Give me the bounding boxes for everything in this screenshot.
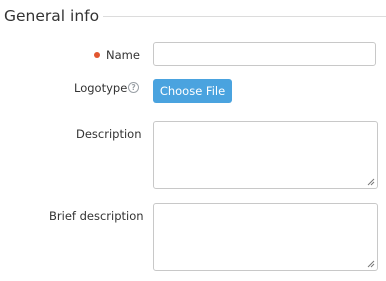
required-marker-icon: [94, 52, 100, 58]
description-label: Description: [76, 127, 142, 141]
section-divider: [103, 16, 386, 17]
brief-description-textarea[interactable]: [153, 203, 378, 271]
section-title: General info: [4, 7, 100, 25]
brief-description-label: Brief description: [49, 209, 144, 223]
choose-file-button[interactable]: Choose File: [153, 79, 232, 103]
resize-handle-icon[interactable]: [367, 260, 375, 268]
general-info-section-header: General info: [0, 0, 386, 34]
logotype-label: Logotype: [74, 81, 128, 95]
description-textarea[interactable]: [153, 121, 378, 189]
name-label: Name: [106, 48, 140, 62]
question-circle-icon[interactable]: ?: [128, 82, 139, 93]
name-input[interactable]: [153, 42, 376, 66]
resize-handle-icon[interactable]: [367, 178, 375, 186]
